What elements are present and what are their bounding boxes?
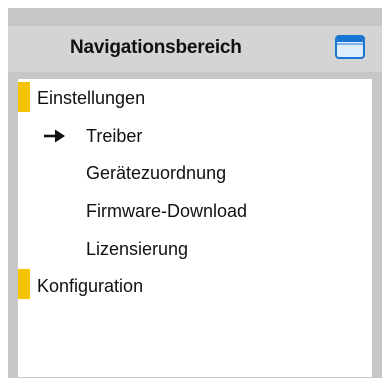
nav-item-lizensierung[interactable]: Lizensierung (86, 238, 188, 260)
nav-item-konfiguration[interactable]: Konfiguration (37, 275, 143, 297)
nav-item-geraetezuordnung[interactable]: Gerätezuordnung (86, 162, 226, 184)
nav-item-einstellungen[interactable]: Einstellungen (37, 87, 145, 109)
navigation-title: Navigationsbereich (70, 37, 242, 58)
window-icon[interactable] (335, 35, 365, 59)
section-marker (18, 82, 30, 112)
nav-item-firmware-download[interactable]: Firmware-Download (86, 200, 247, 222)
navigation-list: Einstellungen Treiber Gerätezuordnung Fi… (18, 79, 372, 377)
navigation-panel: Navigationsbereich Einstellungen Treiber… (8, 8, 382, 378)
nav-item-treiber[interactable]: Treiber (86, 125, 142, 147)
navigation-header: Navigationsbereich (8, 26, 382, 72)
arrow-right-icon (44, 129, 65, 143)
section-marker (18, 269, 30, 299)
